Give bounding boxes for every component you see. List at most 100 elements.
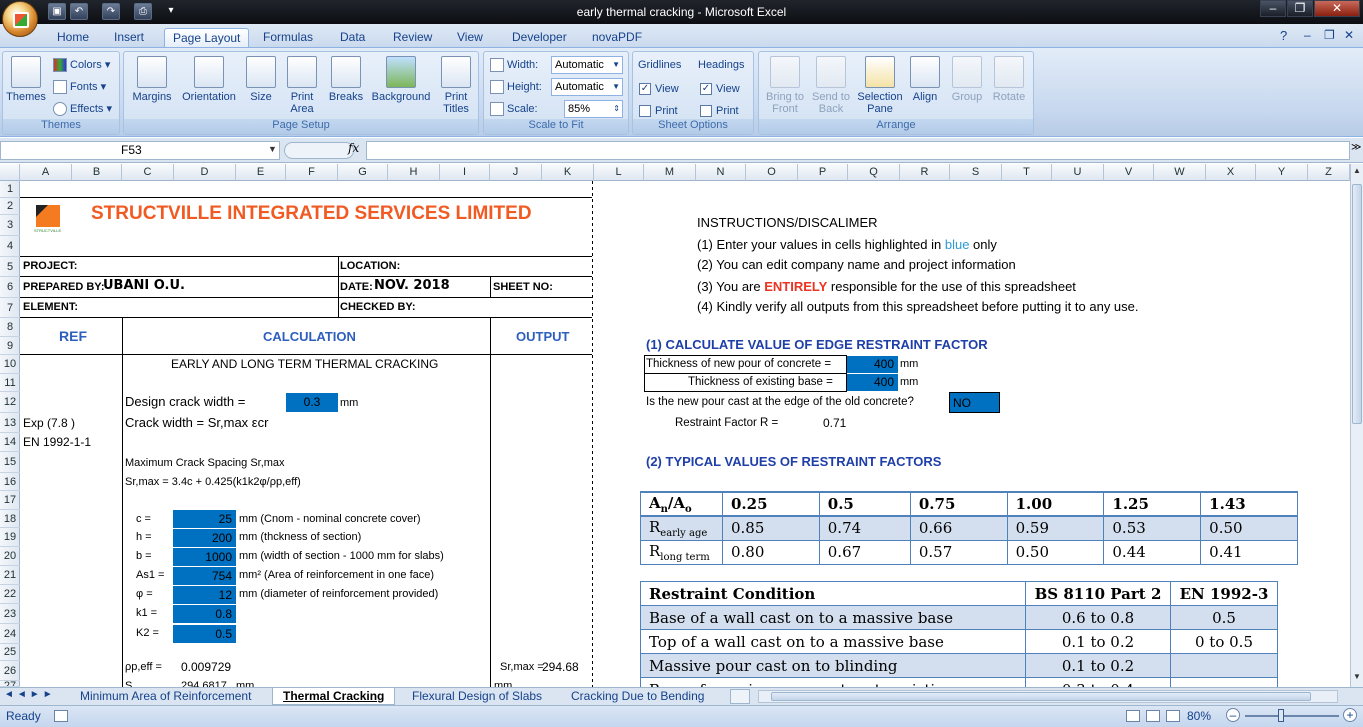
column-header[interactable]: W (1154, 164, 1206, 181)
new-pour-input[interactable]: 400 (847, 356, 898, 373)
row-header[interactable]: 5 (0, 257, 20, 277)
column-header[interactable]: F (286, 164, 338, 181)
sheet-tab[interactable]: Cracking Due to Bending (561, 688, 714, 705)
column-header[interactable]: A (20, 164, 72, 181)
height-input[interactable]: 200 (173, 529, 236, 547)
name-box-chevron-icon[interactable]: ▼ (268, 144, 277, 154)
area-input[interactable]: 754 (173, 567, 236, 585)
zoom-slider-handle[interactable] (1278, 709, 1284, 722)
ribbon-restore-icon[interactable]: ❐ (1324, 28, 1335, 42)
selection-pane-button[interactable]: Selection Pane (855, 54, 905, 115)
row-header[interactable]: 22 (0, 585, 20, 604)
customize-toolbar-icon[interactable]: ▾ (162, 3, 180, 20)
worksheet[interactable]: STRUCTVILLE STRUCTVILLE INTEGRATED SERVI… (20, 181, 1350, 687)
breaks-button[interactable]: Breaks (326, 54, 366, 103)
print-titles-button[interactable]: Print Titles (438, 54, 474, 115)
tab-review[interactable]: Review (385, 28, 440, 48)
page-break-view-icon[interactable] (1166, 710, 1180, 722)
headings-view-checkbox[interactable]: ✓ View (700, 80, 740, 98)
effects-button[interactable]: Effects ▾ (53, 100, 112, 118)
expand-formula-icon[interactable]: ≫ (1351, 142, 1361, 153)
column-header[interactable]: P (798, 164, 848, 181)
row-header[interactable]: 18 (0, 510, 20, 528)
margins-button[interactable]: Margins (127, 54, 177, 103)
row-header[interactable]: 3 (0, 215, 20, 236)
sheet-nav-icons[interactable]: ◄◄►► (4, 689, 56, 700)
row-header[interactable]: 12 (0, 392, 20, 413)
gridlines-print-checkbox[interactable]: Print (639, 102, 678, 120)
ribbon-close-icon[interactable]: ✕ (1344, 28, 1354, 42)
horizontal-scrollbar[interactable] (758, 690, 1338, 703)
column-header[interactable]: N (696, 164, 746, 181)
zoom-level[interactable]: 80% (1187, 709, 1211, 723)
row-header[interactable]: 23 (0, 604, 20, 624)
width-input[interactable]: 1000 (173, 548, 236, 566)
column-header[interactable]: I (440, 164, 490, 181)
column-header[interactable]: K (542, 164, 594, 181)
row-header[interactable]: 25 (0, 644, 20, 661)
column-header[interactable]: M (644, 164, 696, 181)
cover-input[interactable]: 25 (173, 510, 236, 528)
fonts-button[interactable]: Fonts ▾ (53, 78, 106, 96)
column-header[interactable]: H (388, 164, 440, 181)
undo-icon[interactable]: ↶ (70, 3, 88, 20)
tab-formulas[interactable]: Formulas (255, 28, 321, 48)
tab-page-layout[interactable]: Page Layout (164, 28, 250, 48)
vertical-scrollbar[interactable]: ▲ ▼ (1350, 164, 1363, 687)
gridlines-view-checkbox[interactable]: ✓ View (639, 80, 679, 98)
row-header[interactable]: 4 (0, 236, 20, 257)
insert-sheet-icon[interactable] (730, 689, 750, 704)
tab-developer[interactable]: Developer (504, 28, 575, 48)
column-header[interactable]: J (490, 164, 542, 181)
print-preview-icon[interactable]: ⎙ (134, 3, 152, 20)
row-header[interactable]: 26 (0, 661, 20, 681)
row-header[interactable]: 16 (0, 473, 20, 491)
row-header[interactable]: 20 (0, 547, 20, 566)
tab-view[interactable]: View (449, 28, 491, 48)
scroll-up-icon[interactable]: ▲ (1351, 166, 1363, 178)
k2-input[interactable]: 0.5 (173, 625, 236, 643)
size-button[interactable]: Size (244, 54, 278, 103)
themes-button[interactable]: Themes (5, 54, 47, 103)
width-dropdown[interactable]: Automatic ▼ (551, 56, 623, 74)
tab-insert[interactable]: Insert (106, 28, 152, 48)
minimize-button[interactable]: – (1260, 0, 1286, 17)
tab-data[interactable]: Data (332, 28, 373, 48)
column-header[interactable]: Q (848, 164, 900, 181)
formula-splitter[interactable] (284, 142, 354, 159)
sheet-tab[interactable]: Flexural Design of Slabs (402, 688, 552, 705)
orientation-button[interactable]: Orientation (178, 54, 240, 103)
scale-spinner[interactable]: 85% ⇕ (564, 100, 623, 118)
bring-to-front-button[interactable]: Bring to Front (761, 54, 809, 115)
sheet-tab[interactable]: Minimum Area of Reinforcement (70, 688, 261, 705)
k1-input[interactable]: 0.8 (173, 605, 236, 623)
diameter-input[interactable]: 12 (173, 586, 236, 604)
row-header[interactable]: 24 (0, 624, 20, 644)
column-header[interactable]: V (1104, 164, 1154, 181)
row-header[interactable]: 17 (0, 491, 20, 510)
restore-button[interactable]: ❐ (1287, 0, 1313, 17)
existing-base-input[interactable]: 400 (847, 374, 898, 391)
column-header[interactable]: Y (1256, 164, 1308, 181)
zoom-in-icon[interactable]: + (1343, 708, 1357, 722)
design-crack-input[interactable]: 0.3 (286, 393, 338, 412)
row-header[interactable]: 2 (0, 198, 20, 215)
height-dropdown[interactable]: Automatic ▼ (551, 78, 623, 96)
column-header[interactable]: O (746, 164, 798, 181)
column-header[interactable]: D (174, 164, 236, 181)
column-header[interactable]: U (1052, 164, 1104, 181)
headings-print-checkbox[interactable]: Print (700, 102, 739, 120)
send-to-back-button[interactable]: Send to Back (809, 54, 853, 115)
redo-icon[interactable]: ↷ (102, 3, 120, 20)
row-header[interactable]: 8 (0, 318, 20, 337)
row-header[interactable]: 11 (0, 374, 20, 392)
row-header[interactable]: 13 (0, 413, 20, 433)
group-button[interactable]: Group (947, 54, 987, 103)
close-button[interactable]: ✕ (1314, 0, 1360, 17)
row-header[interactable]: 19 (0, 528, 20, 547)
h-scroll-thumb[interactable] (771, 692, 1311, 701)
sheet-tab-active[interactable]: Thermal Cracking (272, 688, 396, 705)
background-button[interactable]: Background (368, 54, 434, 103)
column-header[interactable]: B (72, 164, 122, 181)
ribbon-minimize-icon[interactable]: – (1304, 28, 1311, 42)
